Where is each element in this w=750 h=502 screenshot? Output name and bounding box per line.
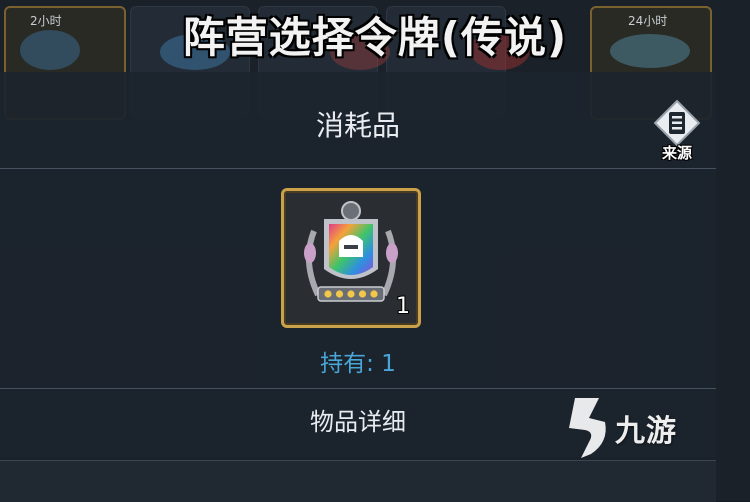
background-top-title: 阵营选择令牌(传说) <box>182 13 568 62</box>
item-count: 1 <box>396 294 410 319</box>
dialog-header: 消耗品 来源 <box>0 72 716 168</box>
details-divider <box>0 388 716 389</box>
category-title: 消耗品 <box>315 109 400 142</box>
held-quantity: 持有: 1 <box>320 351 396 377</box>
list-icon <box>654 100 700 146</box>
header-divider <box>0 168 716 169</box>
item-slot[interactable]: 1 <box>281 188 421 328</box>
source-button-label: 来源 <box>661 144 692 162</box>
item-description-box <box>0 460 716 502</box>
watermark-text: 九游 <box>615 414 677 449</box>
watermark-icon <box>569 398 606 458</box>
watermark-logo: 九游 <box>555 392 715 462</box>
source-button[interactable]: 来源 <box>642 94 712 164</box>
